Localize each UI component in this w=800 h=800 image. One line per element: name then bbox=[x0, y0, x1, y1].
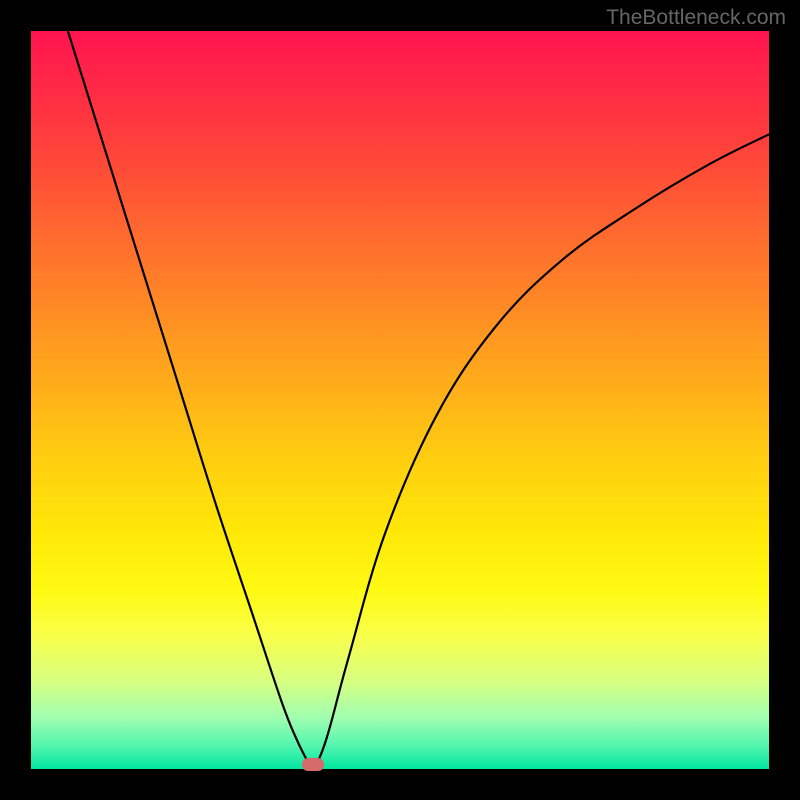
watermark-text: TheBottleneck.com bbox=[606, 6, 786, 30]
chart-plot-area bbox=[31, 31, 769, 769]
minimum-marker bbox=[302, 758, 324, 771]
